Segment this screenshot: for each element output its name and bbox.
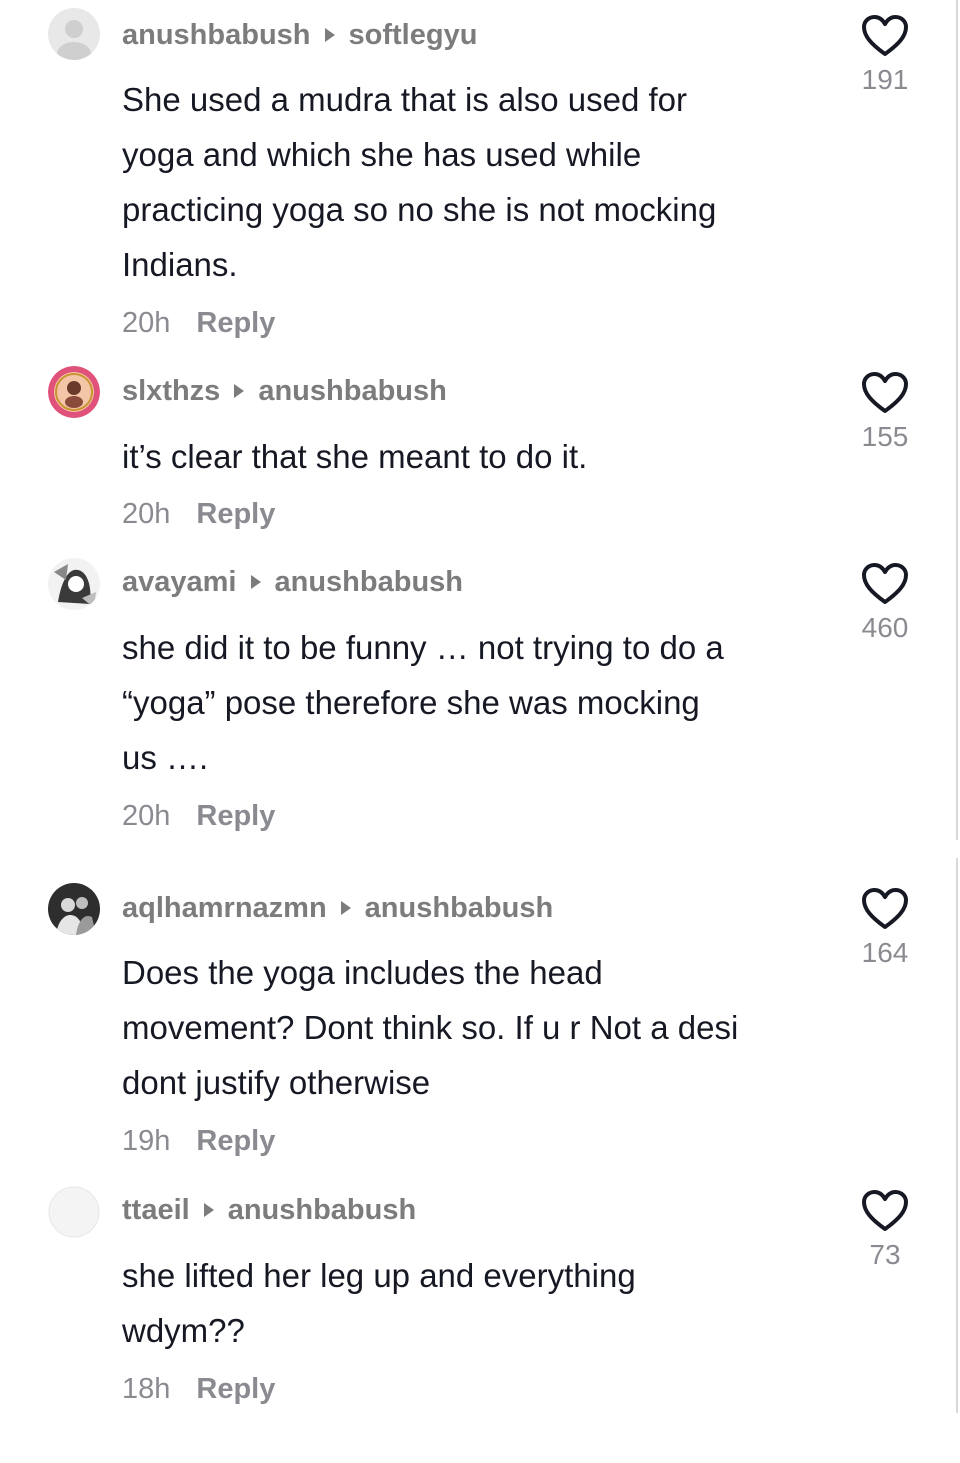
comment-text-line: Indians. <box>122 246 238 283</box>
comment-meta: 20h Reply <box>122 496 275 532</box>
comment-header: slxthzs anushbabush <box>122 373 447 409</box>
comment-text: Does the yoga includes the head movement… <box>122 945 842 1110</box>
comment-meta: 18h Reply <box>122 1371 275 1407</box>
scroll-edge-divider <box>956 858 958 1413</box>
reply-arrow-icon <box>340 901 351 916</box>
comment-time: 18h <box>122 1373 171 1405</box>
comment-header: aqlhamrnazmn anushbabush <box>122 890 553 926</box>
avatar[interactable] <box>48 366 100 418</box>
scroll-edge-divider <box>956 0 958 840</box>
avatar[interactable] <box>48 883 100 935</box>
comment-text: she lifted her leg up and everything wdy… <box>122 1248 842 1358</box>
profile-photo <box>48 883 100 935</box>
reply-to-username[interactable]: anushbabush <box>258 375 447 407</box>
comment-text-line: it’s clear that she meant to do it. <box>122 438 588 475</box>
username[interactable]: aqlhamrnazmn <box>122 892 327 924</box>
avatar[interactable] <box>48 1186 100 1238</box>
comment-text-line: “yoga” pose therefore she was mocking <box>122 684 700 721</box>
heart-outline-icon <box>862 888 908 929</box>
like-button[interactable]: 73 <box>850 1189 920 1271</box>
reply-to-username[interactable]: anushbabush <box>275 566 464 598</box>
reply-arrow-icon <box>234 384 245 399</box>
default-avatar-icon <box>48 1186 100 1238</box>
default-avatar-icon <box>48 8 100 60</box>
reply-arrow-icon <box>203 1203 214 1218</box>
comment-time: 20h <box>122 307 171 339</box>
reply-to-username[interactable]: anushbabush <box>365 892 554 924</box>
avatar[interactable] <box>48 558 100 610</box>
comment-meta: 20h Reply <box>122 305 275 341</box>
comment-text: She used a mudra that is also used for y… <box>122 72 842 292</box>
reply-to-username[interactable]: softlegyu <box>349 19 478 51</box>
like-count: 73 <box>869 1239 901 1270</box>
reply-arrow-icon <box>324 28 335 43</box>
comment-text-line: us …. <box>122 739 209 776</box>
like-button[interactable]: 460 <box>850 562 920 644</box>
reply-button[interactable]: Reply <box>196 1373 275 1405</box>
username[interactable]: anushbabush <box>122 19 311 51</box>
comment-text-line: movement? Dont think so. If u r Not a de… <box>122 1009 739 1046</box>
profile-photo <box>48 558 100 610</box>
like-button[interactable]: 155 <box>850 371 920 453</box>
heart-outline-icon <box>862 372 908 413</box>
comment-text-line: practicing yoga so no she is not mocking <box>122 191 717 228</box>
reply-button[interactable]: Reply <box>196 1125 275 1157</box>
like-count: 460 <box>861 612 909 643</box>
heart-outline-icon <box>862 15 908 56</box>
like-count: 164 <box>861 937 909 968</box>
comment-time: 20h <box>122 498 171 530</box>
comment-header: anushbabush softlegyu <box>122 17 477 53</box>
comment-header: avayami anushbabush <box>122 564 463 600</box>
comment-text: it’s clear that she meant to do it. <box>122 429 842 484</box>
comment-text-line: dont justify otherwise <box>122 1064 431 1101</box>
reply-to-username[interactable]: anushbabush <box>228 1194 417 1226</box>
comment-time: 19h <box>122 1125 171 1157</box>
username[interactable]: ttaeil <box>122 1194 190 1226</box>
comment-text-line: She used a mudra that is also used for <box>122 81 687 118</box>
like-button[interactable]: 164 <box>850 887 920 969</box>
reply-button[interactable]: Reply <box>196 498 275 530</box>
heart-outline-icon <box>862 1190 908 1231</box>
comment-text: she did it to be funny … not trying to d… <box>122 620 842 785</box>
like-button[interactable]: 191 <box>850 14 920 96</box>
comment-text-line: she lifted her leg up and everything <box>122 1257 636 1294</box>
reply-arrow-icon <box>250 575 261 590</box>
comment-time: 20h <box>122 800 171 832</box>
comment-text-line: yoga and which she has used while <box>122 136 642 173</box>
username[interactable]: slxthzs <box>122 375 220 407</box>
comment-text-line: Does the yoga includes the head <box>122 954 603 991</box>
comment-header: ttaeil anushbabush <box>122 1192 416 1228</box>
comments-screen: anushbabush softlegyu She used a mudra th… <box>0 0 960 1463</box>
like-count: 155 <box>861 421 909 452</box>
profile-photo <box>48 366 100 418</box>
comment-text-line: she did it to be funny … not trying to d… <box>122 629 724 666</box>
comment-text-line: wdym?? <box>122 1312 245 1349</box>
heart-outline-icon <box>862 563 908 604</box>
reply-button[interactable]: Reply <box>196 307 275 339</box>
like-count: 191 <box>861 64 909 95</box>
reply-button[interactable]: Reply <box>196 800 275 832</box>
comment-meta: 19h Reply <box>122 1123 275 1159</box>
comment-meta: 20h Reply <box>122 798 275 834</box>
username[interactable]: avayami <box>122 566 237 598</box>
avatar[interactable] <box>48 8 100 60</box>
